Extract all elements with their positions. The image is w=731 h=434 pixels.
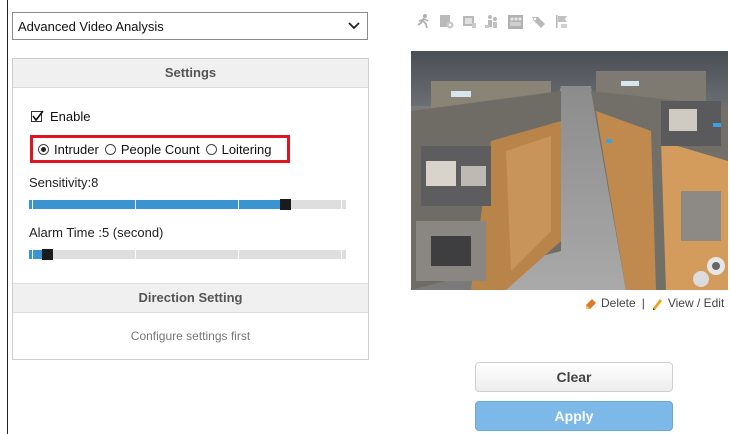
slider-tick [238, 250, 239, 259]
link-separator: | [641, 296, 645, 310]
apply-button[interactable]: Apply [475, 401, 673, 431]
enable-label: Enable [50, 109, 91, 124]
office-camera-image [411, 51, 728, 290]
people-icon[interactable] [483, 12, 502, 31]
radio-button[interactable] [205, 143, 217, 155]
check-icon [32, 110, 44, 122]
dropdown-value: Advanced Video Analysis [18, 19, 164, 34]
sensitivity-label: Sensitivity:8 [29, 175, 99, 190]
pencil-icon [652, 298, 662, 310]
direction-setting-header: Direction Setting [13, 283, 368, 313]
display-icon[interactable] [460, 12, 479, 31]
crowd-icon[interactable] [506, 12, 525, 31]
left-border [7, 0, 8, 434]
slider-tick [341, 200, 342, 209]
delete-link[interactable]: Delete [601, 296, 636, 310]
enable-checkbox-row[interactable]: Enable [31, 109, 90, 124]
radio-label: Intruder [54, 141, 99, 157]
clear-button[interactable]: Clear [475, 362, 673, 392]
radio-label: Loitering [221, 141, 272, 157]
person-run-icon[interactable] [414, 12, 433, 31]
slider-fill [29, 200, 283, 209]
analysis-mode-dropdown[interactable]: Advanced Video Analysis [12, 12, 368, 40]
slider-tick [32, 250, 33, 259]
analysis-toolbar [414, 12, 571, 31]
slider-tick [32, 200, 33, 209]
radio-people-count[interactable]: People Count [104, 141, 200, 157]
radio-button[interactable] [38, 143, 49, 155]
camera-settings-icon[interactable] [437, 12, 456, 31]
settings-header: Settings [13, 59, 368, 88]
radio-button[interactable] [104, 143, 116, 155]
radio-label: People Count [120, 141, 200, 157]
sensitivity-slider[interactable] [29, 199, 346, 210]
direction-message: Configure settings first [130, 329, 251, 343]
settings-panel: Settings Enable Intruder People Count Lo… [12, 58, 369, 360]
radio-intruder[interactable]: Intruder [38, 142, 99, 157]
alarm-time-slider[interactable] [29, 249, 346, 260]
tag-icon[interactable] [529, 12, 548, 31]
video-links: Delete | View / Edit [584, 296, 724, 310]
flag-icon[interactable] [552, 12, 571, 31]
detection-mode-radio-group: Intruder People Count Loitering [30, 135, 290, 163]
chevron-down-icon [348, 22, 360, 30]
slider-handle[interactable] [42, 249, 53, 260]
radio-loitering[interactable]: Loitering [205, 141, 272, 157]
eraser-icon [586, 298, 596, 309]
enable-checkbox[interactable] [31, 110, 44, 122]
alarm-time-label: Alarm Time :5 (second) [29, 225, 164, 240]
view-edit-link[interactable]: View / Edit [668, 296, 724, 310]
camera-video-preview[interactable] [411, 51, 728, 290]
slider-tick [341, 250, 342, 259]
slider-handle[interactable] [280, 199, 291, 210]
slider-tick [135, 200, 136, 209]
slider-tick [238, 200, 239, 209]
slider-tick [135, 250, 136, 259]
